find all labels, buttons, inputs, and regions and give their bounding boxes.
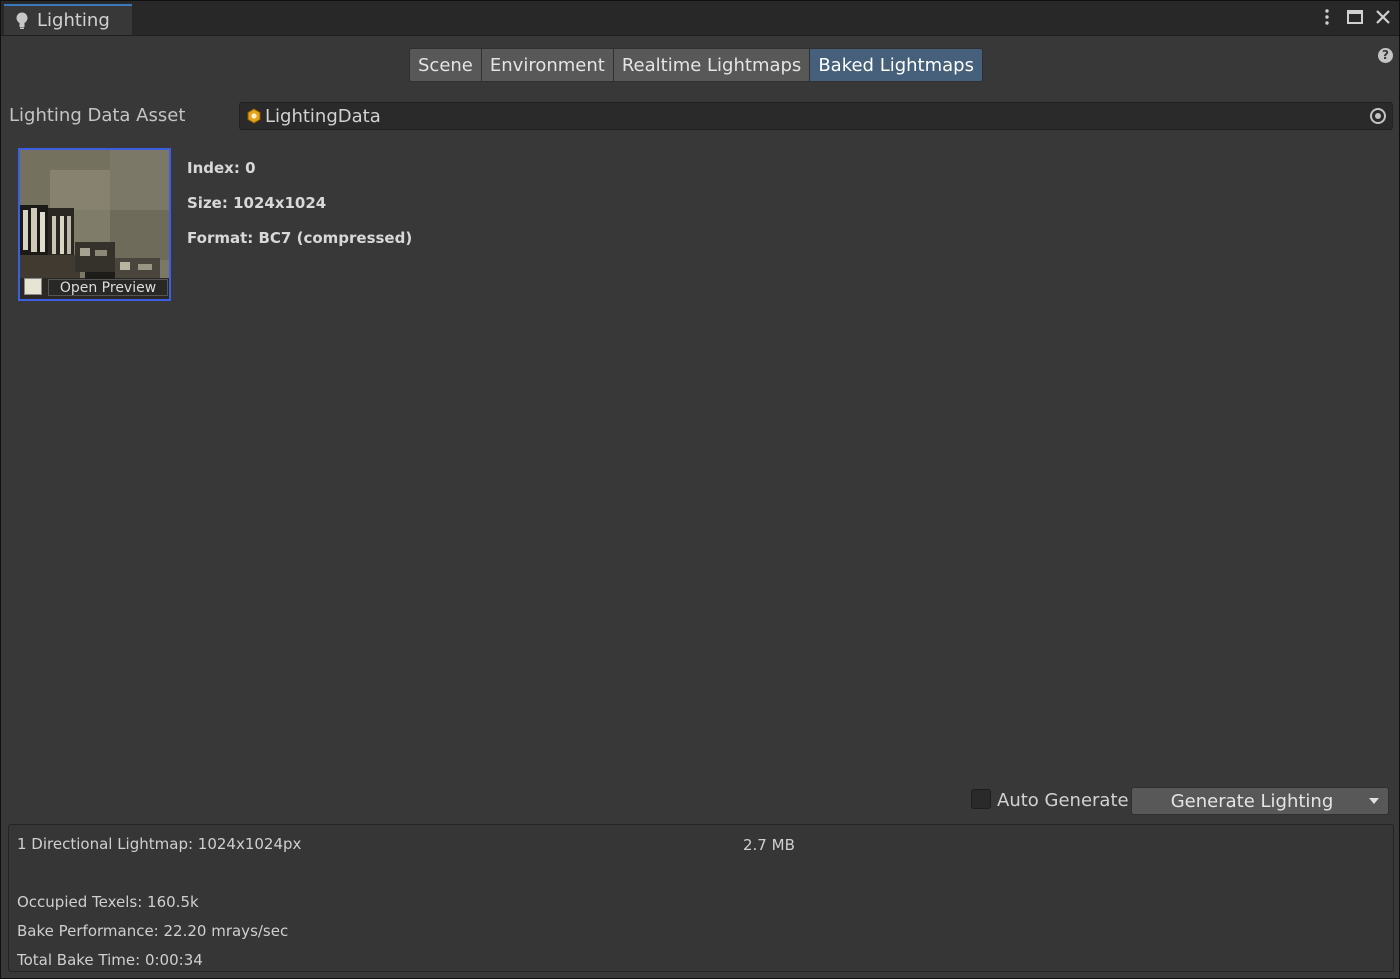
title-bar: Lighting	[1, 1, 1399, 36]
lightmap-index: Index: 0	[187, 159, 256, 177]
auto-generate-checkbox[interactable]	[971, 789, 991, 809]
lighting-data-asset-icon	[246, 108, 262, 124]
bake-stats-panel: 1 Directional Lightmap: 1024x1024px 2.7 …	[8, 824, 1394, 972]
object-picker-icon[interactable]	[1370, 108, 1386, 124]
lighting-data-asset-label: Lighting Data Asset	[9, 105, 186, 126]
dropdown-arrow-icon[interactable]	[1360, 788, 1388, 814]
maximize-icon[interactable]	[1345, 6, 1365, 28]
texture-type-icon	[24, 278, 42, 295]
stats-bake-performance: Bake Performance: 22.20 mrays/sec	[17, 922, 289, 940]
auto-generate-label: Auto Generate	[997, 790, 1129, 811]
lighting-window: Lighting Scene Environment Realtime Ligh…	[0, 0, 1400, 979]
stats-total-bake-time: Total Bake Time: 0:00:34	[17, 951, 203, 969]
lighting-data-asset-field[interactable]: LightingData	[239, 102, 1393, 130]
stats-lightmaps: 1 Directional Lightmap: 1024x1024px	[17, 835, 302, 853]
lightmap-thumbnail[interactable]: Open Preview	[18, 148, 171, 301]
window-title: Lighting	[37, 10, 110, 31]
lightmap-size: Size: 1024x1024	[187, 194, 327, 212]
window-controls	[1317, 6, 1393, 28]
generate-lighting-button[interactable]: Generate Lighting	[1131, 787, 1389, 815]
lighting-data-asset-value: LightingData	[265, 105, 381, 127]
tab-environment[interactable]: Environment	[480, 48, 613, 82]
more-options-icon[interactable]	[1317, 6, 1337, 28]
tab-realtime-lightmaps[interactable]: Realtime Lightmaps	[612, 48, 810, 82]
open-preview-button[interactable]: Open Preview	[48, 279, 168, 296]
generate-lighting-label: Generate Lighting	[1170, 790, 1334, 812]
window-tab[interactable]: Lighting	[4, 4, 132, 35]
bake-actions: Auto Generate Generate Lighting	[1, 785, 1399, 817]
tab-scene[interactable]: Scene	[409, 48, 481, 82]
lightbulb-icon	[15, 12, 29, 30]
tab-baked-lightmaps[interactable]: Baked Lightmaps	[809, 48, 983, 82]
help-icon[interactable]: ?	[1378, 48, 1393, 63]
stats-memory: 2.7 MB	[743, 836, 795, 854]
stats-occupied-texels: Occupied Texels: 160.5k	[17, 893, 199, 911]
lightmap-format: Format: BC7 (compressed)	[187, 229, 413, 247]
close-icon[interactable]	[1373, 6, 1393, 28]
lighting-tabs: Scene Environment Realtime Lightmaps Bak…	[409, 48, 983, 82]
lightmap-image	[20, 150, 169, 299]
